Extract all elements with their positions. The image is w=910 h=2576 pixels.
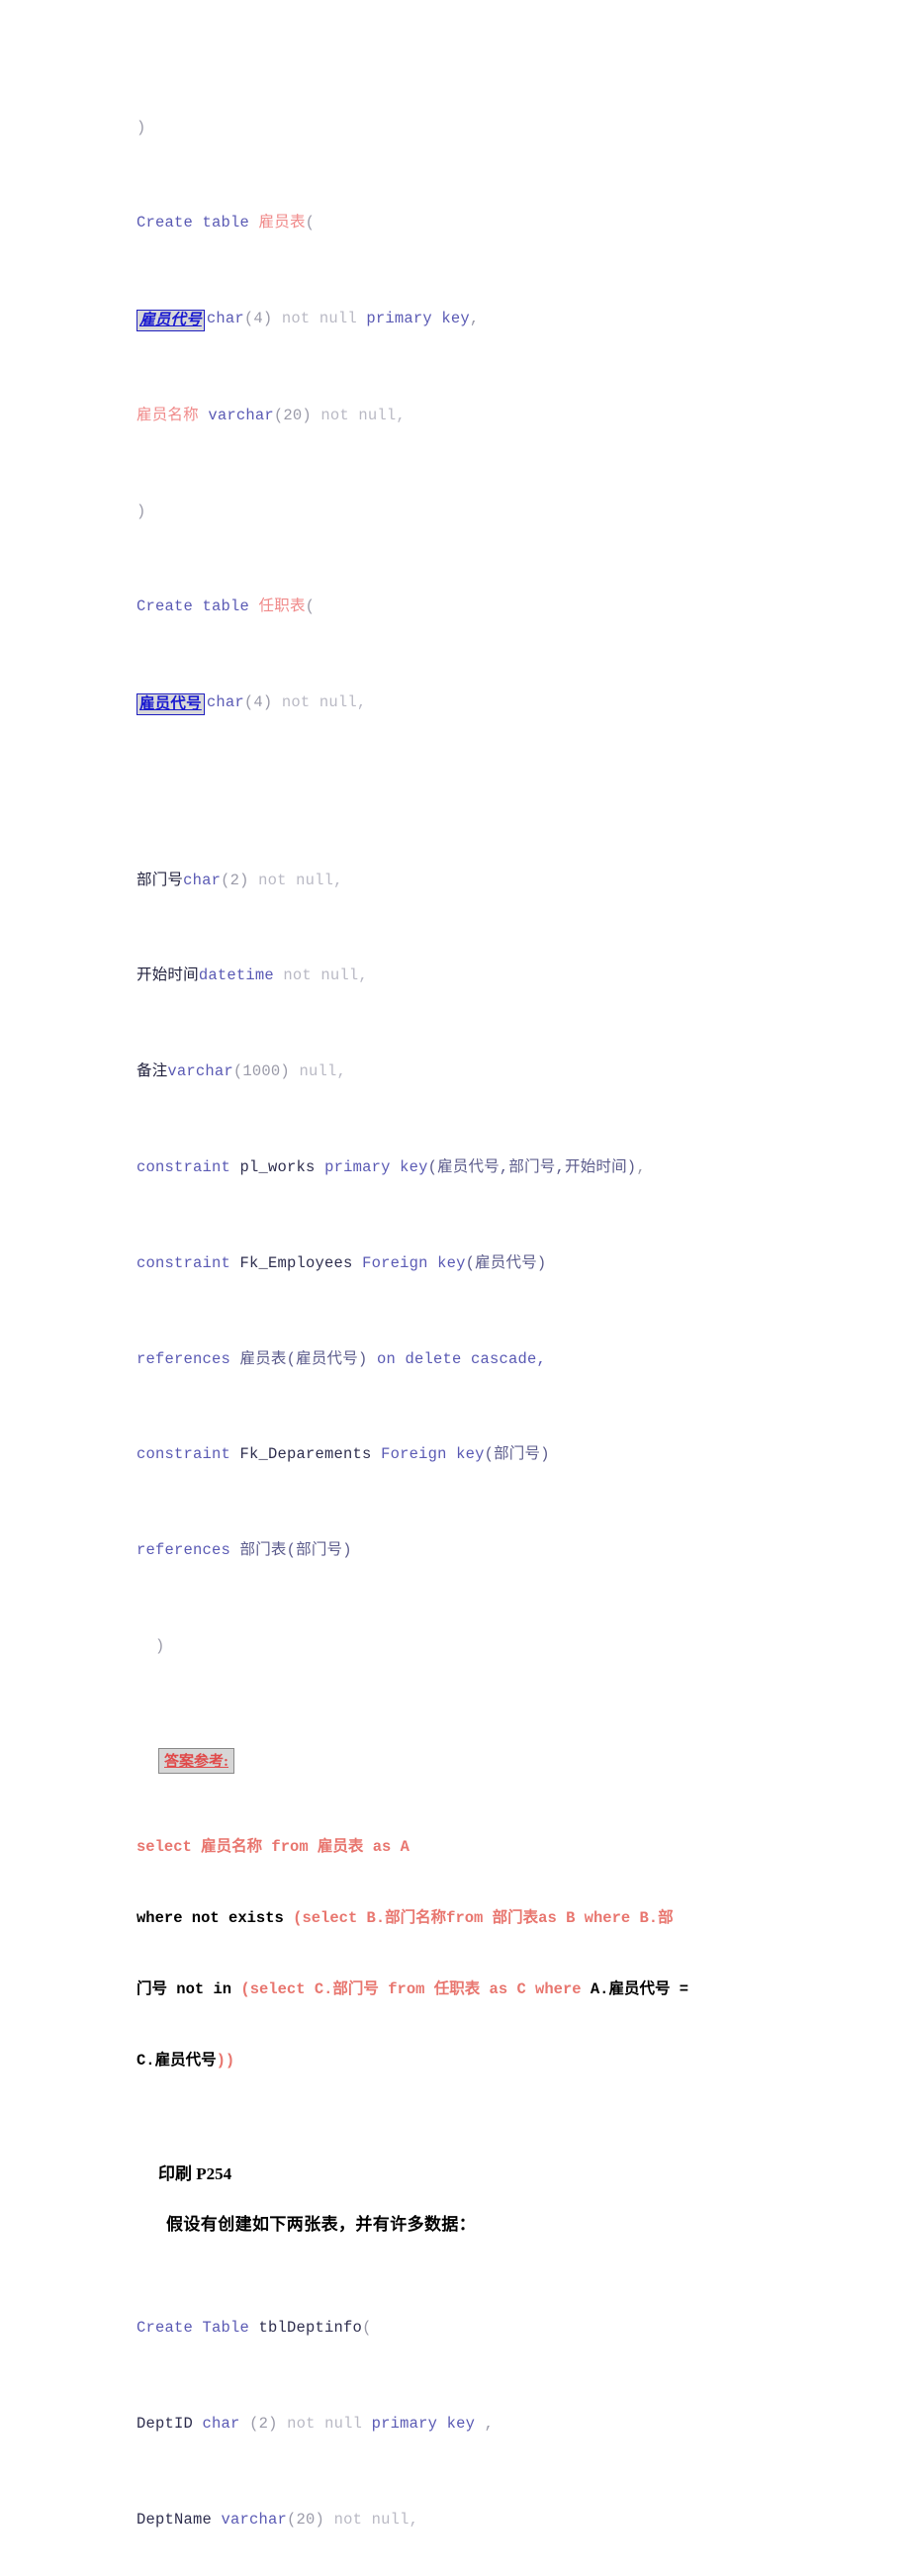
code-line-primary-key-constraint: constraint pl_works primary key(雇员代号,部门号… [136, 1157, 646, 1176]
code-line-employee-name: 雇员名称 varchar(20) not null, [136, 406, 406, 424]
code-line-create-employee: Create table 雇员表( [136, 214, 316, 232]
code-line-close-paren: ) [136, 118, 146, 137]
code-line-start-time: 开始时间datetime not null, [136, 966, 368, 985]
code-line-remark: 备注varchar(1000) null, [136, 1062, 346, 1081]
code-line-fk-departments: constraint Fk_Deparements Foreign key(部门… [136, 1445, 550, 1464]
answer-sql-line-3: 门号 not in (select C.部门号 from 任职表 as C wh… [136, 1979, 689, 1998]
code-line-close-paren-2: ) [136, 502, 146, 520]
answer-sql-block: select 雇员名称 from 雇员表 as A where not exis… [136, 1788, 829, 2120]
page-heading-print: 印刷 P254 [158, 2163, 232, 2183]
answer-reference-section: 答案参考: [158, 1747, 829, 1774]
code-line-references-dept: references 部门表(部门号) [136, 1541, 352, 1560]
document-content: ) Create table 雇员表( 雇员代号 char(4) not null… [136, 44, 829, 2576]
answer-reference-badge: 答案参考: [158, 1747, 234, 1774]
code-line-create-tbldeptinfo: Create Table tblDeptinfo( [136, 2319, 372, 2338]
answer-sql-line-1: select 雇员名称 from 雇员表 as A [136, 1837, 410, 1856]
code-line-create-works: Create table 任职表( [136, 598, 316, 616]
code-line-deptid-pk: DeptID char (2) not null primary key , [136, 2415, 495, 2434]
code-line-employee-code-2: 雇员代号 char(4) not null, [136, 690, 829, 716]
code-line-fk-employees: constraint Fk_Employees Foreign key(雇员代号… [136, 1253, 547, 1272]
code-line-employee-code-pk: 雇员代号 char(4) not null primary key, [136, 307, 829, 332]
block-gap [136, 787, 829, 796]
document-page: ) Create table 雇员表( 雇员代号 char(4) not null… [0, 0, 910, 2529]
code-line-dept-no: 部门号char(2) not null, [136, 871, 343, 889]
answer-sql-line-2: where not exists (select B.部门名称from 部门表a… [136, 1908, 674, 1927]
page-subheading: 假设有创建如下两张表，并有许多数据： [166, 2214, 477, 2234]
answer-sql-line-4: C.雇员代号)) [136, 2051, 235, 2070]
sql-block-employee-tables: ) Create table 雇员表( 雇员代号 char(4) not null… [136, 44, 829, 1730]
code-line-references-employee: references 雇员表(雇员代号) on delete cascade, [136, 1349, 546, 1368]
sql-block-dept-stud-tables: Create Table tblDeptinfo( DeptID char (2… [136, 2245, 829, 2576]
highlighted-field-empcode-2[interactable]: 雇员代号 [136, 693, 205, 716]
code-line-deptname: DeptName varchar(20) not null, [136, 2511, 419, 2530]
code-line-close-paren-3: ) [155, 1637, 165, 1655]
highlighted-field-empcode-1[interactable]: 雇员代号 [136, 310, 205, 332]
